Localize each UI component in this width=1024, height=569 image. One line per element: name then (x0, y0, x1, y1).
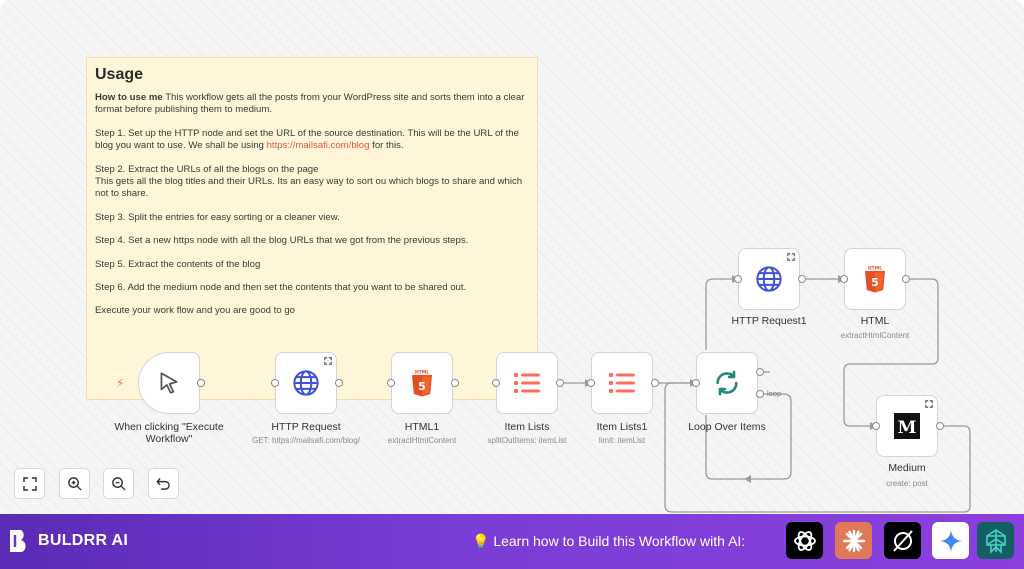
chatgpt-icon (793, 530, 816, 551)
svg-text:5: 5 (418, 380, 426, 393)
perplexity-icon (985, 528, 1006, 554)
usage-sticky-note[interactable]: Usage How to use me This workflow gets a… (86, 57, 538, 400)
zoom-out-icon (112, 477, 126, 491)
node-manual-trigger[interactable] (138, 352, 200, 414)
refresh-icon (716, 370, 738, 396)
item-lists1-subtitle: limit: itemList (598, 436, 646, 445)
html1-output-handle[interactable] (451, 379, 459, 387)
gemini-icon (939, 529, 962, 552)
item-lists-input-handle[interactable] (492, 379, 500, 387)
list-icon (609, 373, 635, 393)
perplexity-button[interactable] (977, 522, 1014, 559)
note-outro: Execute your work flow and you are good … (95, 305, 295, 317)
html-input-handle[interactable] (840, 275, 848, 283)
expand-icon[interactable] (925, 400, 933, 408)
note-step6: Step 6. Add the medium node and then set… (95, 282, 467, 294)
note-intro: How to use me This workflow gets all the… (95, 92, 525, 116)
trigger-output-handle[interactable] (197, 379, 205, 387)
html-output-handle[interactable] (902, 275, 910, 283)
svg-text:5: 5 (871, 276, 879, 289)
http-request-label: HTTP Request (271, 421, 341, 433)
medium-label: Medium (888, 462, 926, 474)
svg-text:M: M (898, 418, 917, 438)
http-request-subtitle: GET: https://mailsafi.com/blog/ (251, 436, 361, 445)
loop-input-handle[interactable] (692, 379, 700, 387)
html1-input-handle[interactable] (387, 379, 395, 387)
item-lists1-label: Item Lists1 (596, 421, 648, 433)
medium-input-handle[interactable] (872, 422, 880, 430)
item-lists1-output-handle[interactable] (651, 379, 659, 387)
node-item-lists[interactable] (496, 352, 558, 414)
http-request-input-handle[interactable] (271, 379, 279, 387)
html-subtitle: extractHtmlContent (840, 331, 910, 340)
svg-text:HTML: HTML (415, 370, 429, 376)
brand-logo[interactable]: BULDRR AI (8, 528, 128, 554)
loop-output-label: loop (767, 389, 782, 398)
chatgpt-button[interactable] (786, 522, 823, 559)
zoom-in-icon (68, 477, 82, 491)
item-lists-subtitle: splitOutItems: itemList (487, 436, 567, 445)
expand-icon[interactable] (324, 357, 332, 365)
grok-button[interactable] (884, 522, 921, 559)
loop-done-output-handle[interactable] (756, 368, 764, 376)
html-label: HTML (860, 315, 890, 327)
claude-icon (842, 529, 865, 552)
item-lists1-input-handle[interactable] (587, 379, 595, 387)
note-step5: Step 5. Extract the contents of the blog (95, 258, 261, 270)
node-item-lists1[interactable] (591, 352, 653, 414)
note-step2: Step 2. Extract the URLs of all the blog… (95, 163, 523, 200)
fullscreen-icon (22, 476, 37, 491)
list-icon (514, 373, 540, 393)
globe-icon (293, 370, 319, 396)
item-lists-label: Item Lists (504, 421, 550, 433)
medium-output-handle[interactable] (936, 422, 944, 430)
http-request-output-handle[interactable] (335, 379, 343, 387)
node-html1[interactable]: HTML 5 (391, 352, 453, 414)
buldrr-logo-icon (10, 530, 26, 552)
zoom-in-button[interactable] (59, 468, 90, 499)
brand-name: BULDRR AI (38, 532, 129, 549)
node-html[interactable]: HTML 5 (844, 248, 906, 310)
learn-text-row: 💡 Learn how to Build this Workflow with … (472, 533, 745, 550)
blog-link[interactable]: https://mailsafi.com/blog (267, 140, 370, 151)
node-http-request[interactable] (275, 352, 337, 414)
loop-loop-output-handle[interactable] (756, 390, 764, 398)
learn-text: Learn how to Build this Workflow with AI… (493, 533, 746, 549)
node-http-request1[interactable] (738, 248, 800, 310)
http-request1-label: HTTP Request1 (731, 315, 807, 327)
medium-subtitle: create: post (886, 479, 928, 488)
html5-icon: HTML 5 (412, 370, 432, 397)
trigger-label: When clicking "Execute Workflow" (114, 421, 224, 445)
node-loop-over-items[interactable] (696, 352, 758, 414)
html5-icon: HTML 5 (865, 266, 885, 293)
claude-button[interactable] (835, 522, 872, 559)
expand-icon[interactable] (787, 253, 795, 261)
note-step4: Step 4. Set a new https node with all th… (95, 235, 469, 247)
note-title: Usage (95, 66, 144, 83)
reset-zoom-button[interactable] (148, 468, 179, 499)
zoom-out-button[interactable] (103, 468, 134, 499)
cursor-icon (160, 372, 178, 394)
html1-subtitle: extractHtmlContent (387, 436, 457, 445)
svg-text:HTML: HTML (868, 266, 882, 272)
gemini-button[interactable] (932, 522, 969, 559)
workflow-canvas[interactable]: Usage How to use me This workflow gets a… (0, 0, 1024, 514)
loop-label: Loop Over Items (688, 421, 766, 433)
http-request1-output-handle[interactable] (798, 275, 806, 283)
undo-icon (156, 478, 170, 490)
lightbulb-icon: 💡 (472, 533, 490, 549)
medium-icon: M (894, 413, 920, 439)
grok-icon (892, 529, 913, 552)
fit-view-button[interactable] (14, 468, 45, 499)
http-request1-input-handle[interactable] (734, 275, 742, 283)
note-step3: Step 3. Split the entries for easy sorti… (95, 211, 340, 223)
trigger-bolt-icon: ⚡ (116, 376, 125, 390)
note-step1: Step 1. Set up the HTTP node and set the… (95, 127, 519, 152)
globe-icon (756, 266, 782, 292)
item-lists-output-handle[interactable] (556, 379, 564, 387)
html1-label: HTML1 (404, 421, 440, 433)
node-medium[interactable]: M (876, 395, 938, 457)
